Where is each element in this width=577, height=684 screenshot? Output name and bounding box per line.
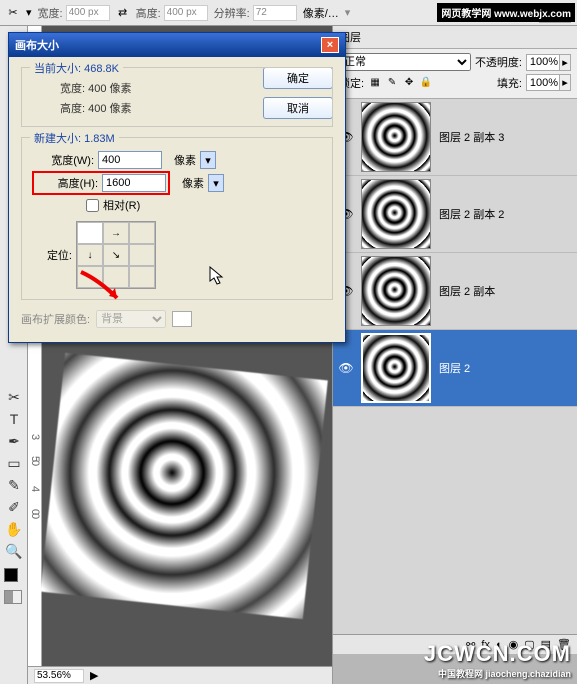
zoom-input[interactable] xyxy=(34,669,84,683)
opacity-input[interactable] xyxy=(527,55,559,70)
layers-panel: 图层 正常 不透明度: ▸ 锁定: ▦ ✎ ✥ 🔒 填充: ▸ 👁 图层 2 副… xyxy=(332,26,577,684)
layer-row[interactable]: 👁 图层 2 副本 2 xyxy=(333,176,577,253)
fill-label: 填充: xyxy=(497,75,522,91)
layer-name: 图层 2 副本 2 xyxy=(435,206,575,222)
relative-label: 相对(R) xyxy=(103,197,140,213)
anchor-grid[interactable]: → ↓↘ xyxy=(76,221,156,289)
path-tool-icon[interactable]: ✒ xyxy=(2,430,26,452)
dialog-title: 画布大小 xyxy=(15,37,321,53)
layer-thumbnail[interactable] xyxy=(361,256,431,326)
ext-color-label: 画布扩展颜色: xyxy=(21,311,90,327)
width-input[interactable] xyxy=(66,5,110,21)
layer-row[interactable]: 👁 图层 2 xyxy=(333,330,577,407)
chevron-down-icon[interactable]: ▾ xyxy=(200,151,216,169)
shape-tool-icon[interactable]: ▭ xyxy=(2,452,26,474)
height-input[interactable] xyxy=(164,5,208,21)
layer-name: 图层 2 副本 3 xyxy=(435,129,575,145)
layer-thumbnail[interactable] xyxy=(361,333,431,403)
slice-tool-icon[interactable]: ✂ xyxy=(2,386,26,408)
new-height-label: 高度(H): xyxy=(36,175,98,191)
fill-input[interactable] xyxy=(527,75,559,90)
layer-row[interactable]: 👁 图层 2 副本 3 xyxy=(333,99,577,176)
unit-select[interactable]: 像素/… xyxy=(303,5,339,21)
new-height-input[interactable] xyxy=(102,174,166,192)
ext-color-select[interactable]: 背景 xyxy=(96,310,166,328)
eyedropper-tool-icon[interactable]: ✐ xyxy=(2,496,26,518)
visibility-icon[interactable]: 👁 xyxy=(338,361,353,375)
chevron-down-icon[interactable]: ▾ xyxy=(208,174,224,192)
chevron-right-icon[interactable]: ▸ xyxy=(559,55,570,70)
crop-tool-icon[interactable]: ✂ xyxy=(6,6,20,20)
color-swatch[interactable] xyxy=(4,568,22,584)
width-label: 宽度: xyxy=(38,5,63,21)
layer-name: 图层 2 副本 xyxy=(435,283,575,299)
swap-icon[interactable]: ⇄ xyxy=(116,6,130,20)
new-width-label: 宽度(W): xyxy=(32,152,94,168)
opacity-label: 不透明度: xyxy=(475,54,522,70)
chevron-right-icon[interactable]: ▶ xyxy=(90,669,98,682)
new-width-input[interactable] xyxy=(98,151,162,169)
close-icon[interactable]: × xyxy=(321,37,339,53)
anchor-label: 定位: xyxy=(32,247,72,263)
height-label: 高度: xyxy=(136,5,161,21)
lock-transparent-icon[interactable]: ▦ xyxy=(368,76,382,90)
layer-thumbnail[interactable] xyxy=(361,102,431,172)
lock-move-icon[interactable]: ✥ xyxy=(402,76,416,90)
quickmask-icon[interactable] xyxy=(4,590,22,604)
document-canvas[interactable] xyxy=(74,386,294,586)
watermark-bottom: JCWCN.COM 中国教程网 jiaocheng.chazidian xyxy=(424,641,571,680)
relative-checkbox[interactable] xyxy=(86,199,99,212)
color-swatch-icon[interactable] xyxy=(172,311,192,327)
lock-all-icon[interactable]: 🔒 xyxy=(419,76,433,90)
res-label: 分辨率: xyxy=(214,5,250,21)
canvas-size-dialog: 画布大小 × 确定 取消 当前大小: 468.8K 宽度: 400 像素 高度:… xyxy=(8,32,346,343)
text-tool-icon[interactable]: T xyxy=(2,408,26,430)
blend-mode-select[interactable]: 正常 xyxy=(339,53,471,71)
layer-thumbnail[interactable] xyxy=(361,179,431,249)
layer-row[interactable]: 👁 图层 2 副本 xyxy=(333,253,577,330)
chevron-right-icon[interactable]: ▸ xyxy=(559,75,570,90)
notes-tool-icon[interactable]: ✎ xyxy=(2,474,26,496)
res-input[interactable] xyxy=(253,5,297,21)
watermark-top: 网页教学网 www.webjx.com xyxy=(437,3,575,22)
lock-paint-icon[interactable]: ✎ xyxy=(385,76,399,90)
hand-tool-icon[interactable]: ✋ xyxy=(2,518,26,540)
layer-name: 图层 2 xyxy=(435,360,575,376)
zoom-tool-icon[interactable]: 🔍 xyxy=(2,540,26,562)
